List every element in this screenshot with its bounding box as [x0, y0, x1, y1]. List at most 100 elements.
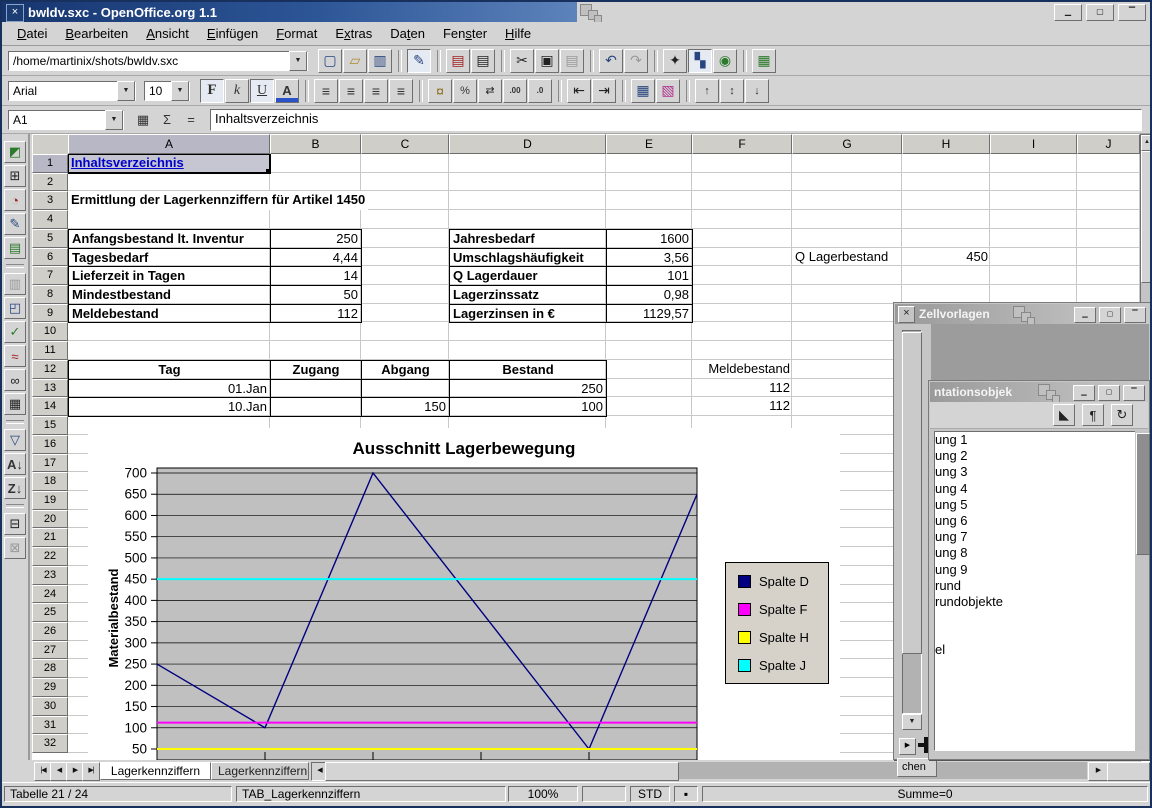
stylist-next-icon[interactable]: ▶	[899, 738, 916, 755]
stylist-icon[interactable]: ▚	[688, 49, 712, 73]
maximize-button[interactable]: ▢	[1086, 4, 1114, 21]
row-header-17[interactable]: 17	[32, 454, 68, 473]
row-header-21[interactable]: 21	[32, 528, 68, 547]
autofilter-icon[interactable]: ▽	[4, 429, 26, 451]
hyperlink-icon[interactable]: ◉	[713, 49, 737, 73]
cell-A5[interactable]: Anfangsbestand lt. Inventur	[68, 229, 271, 249]
update-style-icon[interactable]: ↻	[1111, 404, 1133, 426]
number-percent-icon[interactable]: %	[453, 79, 477, 103]
row-header-23[interactable]: 23	[32, 566, 68, 585]
align-left-icon[interactable]: ≡	[314, 79, 338, 103]
cell-A13[interactable]: 01.Jan	[68, 379, 271, 399]
column-header-H[interactable]: H	[902, 134, 990, 154]
column-header-A[interactable]: A	[68, 134, 270, 154]
column-header-E[interactable]: E	[606, 134, 692, 154]
shade-button[interactable]: ▔	[1118, 4, 1146, 21]
style-list-item[interactable]: ung 9	[935, 562, 1137, 578]
vertical-scroll-thumb[interactable]	[1141, 151, 1152, 283]
cell-F14[interactable]: 112	[692, 397, 793, 416]
align-vcenter-icon[interactable]: ↕	[720, 79, 744, 103]
column-header-J[interactable]: J	[1077, 134, 1140, 154]
styles-scroll-thumb[interactable]	[1136, 433, 1150, 555]
background-color-icon[interactable]: ▧	[656, 79, 680, 103]
row-header-13[interactable]: 13	[32, 379, 68, 398]
align-top-icon[interactable]: ↑	[695, 79, 719, 103]
cell-E8[interactable]: 0,98	[606, 285, 693, 305]
font-color-icon[interactable]: A	[275, 79, 299, 103]
font-name-dropdown-icon[interactable]: ▼	[117, 81, 135, 101]
underline-icon[interactable]: U	[250, 79, 274, 103]
cell-reference[interactable]: A1	[9, 113, 105, 127]
row-header-29[interactable]: 29	[32, 678, 68, 697]
zellvorlagen-close-icon[interactable]: ×	[898, 306, 915, 323]
scroll-up-icon[interactable]: ▲	[1141, 135, 1152, 151]
row-header-20[interactable]: 20	[32, 510, 68, 529]
cell-B6[interactable]: 4,44	[270, 248, 362, 268]
edit-file-icon[interactable]: ✎	[407, 49, 431, 73]
shade-button[interactable]: ▔	[1123, 385, 1145, 401]
horizontal-scroll-thumb[interactable]	[325, 762, 679, 781]
copy-icon[interactable]: ▣	[535, 49, 559, 73]
styles-list[interactable]: ung 1ung 2ung 3ung 4ung 5ung 6ung 7ung 8…	[934, 431, 1138, 751]
chart-object[interactable]: 5010015020025030035040045050055060065070…	[88, 428, 840, 760]
row-header-27[interactable]: 27	[32, 641, 68, 660]
minimize-button[interactable]: ▁	[1073, 385, 1095, 401]
cell-B8[interactable]: 50	[270, 285, 362, 305]
autospellcheck-icon[interactable]: ≈	[4, 345, 26, 367]
row-header-11[interactable]: 11	[32, 341, 68, 360]
row-header-28[interactable]: 28	[32, 659, 68, 678]
cell-E5[interactable]: 1600	[606, 229, 693, 249]
cell-B9[interactable]: 112	[270, 304, 362, 324]
cell-A7[interactable]: Lieferzeit in Tagen	[68, 266, 271, 286]
menu-bearbeiten[interactable]: Bearbeiten	[56, 24, 137, 43]
font-name-value[interactable]: Arial	[9, 84, 117, 98]
column-header-B[interactable]: B	[270, 134, 361, 154]
cell-B12[interactable]: Zugang	[270, 360, 362, 380]
number-standard-icon[interactable]: ⇄	[478, 79, 502, 103]
cell-A6[interactable]: Tagesbedarf	[68, 248, 271, 268]
find-replace-icon[interactable]: ∞	[4, 369, 26, 391]
window-close-button[interactable]: ×	[6, 4, 24, 22]
form-controls-icon[interactable]: ▤	[4, 237, 26, 259]
italic-icon[interactable]: k	[225, 79, 249, 103]
minimize-button[interactable]: ▁	[1074, 307, 1096, 323]
spellcheck-icon[interactable]: ✓	[4, 321, 26, 343]
navigator-icon[interactable]: ✦	[663, 49, 687, 73]
cell-B14[interactable]	[270, 397, 362, 417]
name-box-dropdown-icon[interactable]: ▼	[105, 110, 123, 130]
cut-icon[interactable]: ✂	[510, 49, 534, 73]
cell-H6[interactable]: 450	[902, 248, 991, 267]
shade-button[interactable]: ▔	[1124, 307, 1146, 323]
redo-icon[interactable]: ↷	[624, 49, 648, 73]
export-pdf-icon[interactable]: ▤	[446, 49, 470, 73]
menu-datei[interactable]: Datei	[8, 24, 56, 43]
menu-hilfe[interactable]: Hilfe	[496, 24, 540, 43]
datasources-icon[interactable]: ▦	[4, 393, 26, 415]
minimize-button[interactable]: ▁	[1054, 4, 1082, 21]
fill-format-mode-icon[interactable]: ◣	[1053, 404, 1075, 426]
formula-input[interactable]: Inhaltsverzeichnis	[210, 109, 1142, 131]
menu-ansicht[interactable]: Ansicht	[137, 24, 198, 43]
style-list-item[interactable]	[935, 610, 1137, 626]
last-sheet-button[interactable]: ▶|	[82, 762, 100, 781]
cell-C13[interactable]	[361, 379, 450, 399]
cell-D5[interactable]: Jahresbedarf	[449, 229, 607, 249]
cell-E9[interactable]: 1129,57	[606, 304, 693, 324]
row-header-12[interactable]: 12	[32, 360, 68, 379]
style-list-item[interactable]: el	[935, 642, 1137, 658]
row-header-24[interactable]: 24	[32, 585, 68, 604]
equals-icon[interactable]: =	[180, 110, 202, 130]
row-header-6[interactable]: 6	[32, 248, 68, 267]
sort-ascending-icon[interactable]: A↓	[4, 453, 26, 475]
style-list-item[interactable]: ung 6	[935, 513, 1137, 529]
cell-cursor-handle[interactable]	[266, 169, 271, 174]
select-all-corner[interactable]	[32, 134, 70, 156]
group-icon[interactable]: ⊟	[4, 513, 26, 535]
cell-A3[interactable]: Ermittlung der Lagerkennziffern für Arti…	[68, 191, 368, 210]
row-header-7[interactable]: 7	[32, 266, 68, 285]
column-header-C[interactable]: C	[361, 134, 449, 154]
cell-C12[interactable]: Abgang	[361, 360, 450, 380]
cell-A12[interactable]: Tag	[68, 360, 271, 380]
function-wizard-icon[interactable]: ▦	[132, 110, 154, 130]
autoformat-icon[interactable]: ▥	[4, 273, 26, 295]
